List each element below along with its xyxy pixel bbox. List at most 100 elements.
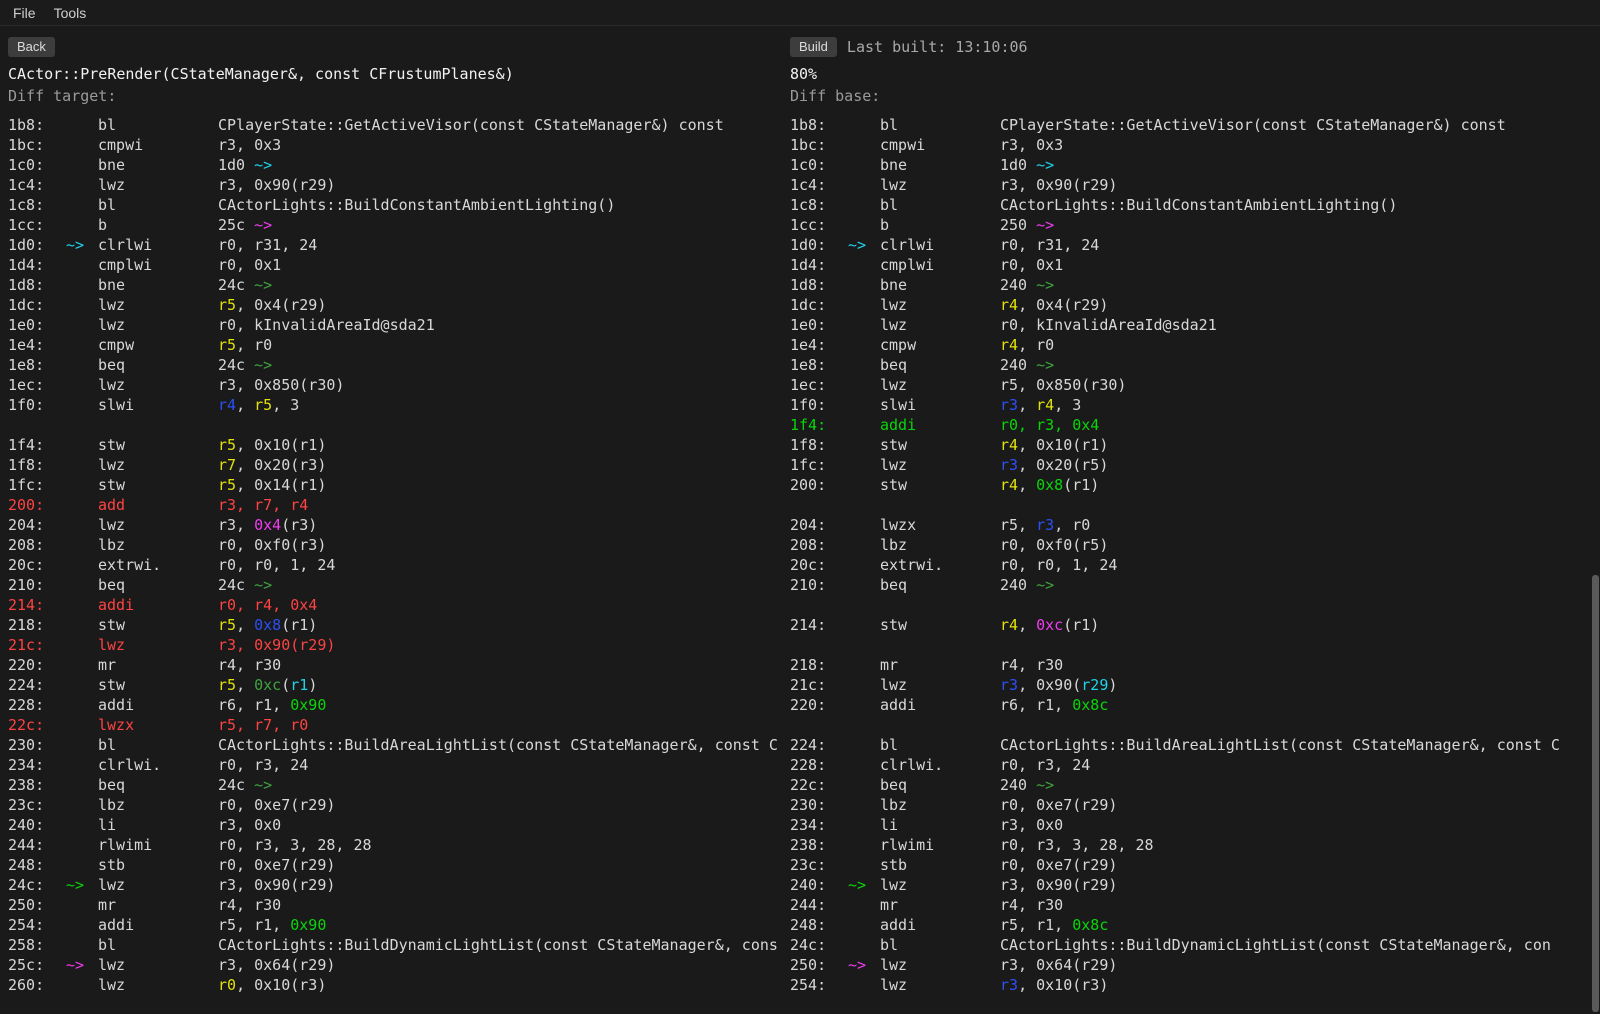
asm-row[interactable]: 204:lwzr3, 0x4(r3) — [8, 515, 782, 535]
asm-row[interactable]: 248:addir5, r1, 0x8c — [790, 915, 1600, 935]
row-address: 1e0: — [790, 315, 844, 335]
asm-row[interactable]: 20c:extrwi.r0, r0, 1, 24 — [8, 555, 782, 575]
asm-row[interactable]: 22c:lwzxr5, r7, r0 — [8, 715, 782, 735]
asm-row[interactable]: 220:addir6, r1, 0x8c — [790, 695, 1600, 715]
operand-token: r5 — [254, 396, 272, 414]
asm-row[interactable]: 230:blCActorLights::BuildAreaLightList(c… — [8, 735, 782, 755]
menu-bar: File Tools — [0, 0, 1600, 26]
asm-row[interactable]: 1dc:lwzr4, 0x4(r29) — [790, 295, 1600, 315]
vertical-scrollbar-thumb[interactable] — [1592, 575, 1599, 1012]
asm-row[interactable]: 1f0:slwir3, r4, 3 — [790, 395, 1600, 415]
asm-row[interactable]: 1d4:cmplwir0, 0x1 — [790, 255, 1600, 275]
build-button[interactable]: Build — [790, 37, 837, 57]
asm-row[interactable]: 204:lwzxr5, r3, r0 — [790, 515, 1600, 535]
asm-row[interactable]: 1e4:cmpwr4, r0 — [790, 335, 1600, 355]
asm-row[interactable]: 1d8:bne240 ~> — [790, 275, 1600, 295]
asm-row[interactable]: 1d0:~>clrlwir0, r31, 24 — [790, 235, 1600, 255]
asm-row[interactable]: 1d0:~>clrlwir0, r31, 24 — [8, 235, 782, 255]
menu-file[interactable]: File — [4, 3, 45, 23]
asm-row[interactable]: 1c4:lwzr3, 0x90(r29) — [790, 175, 1600, 195]
asm-row[interactable]: 260:lwzr0, 0x10(r3) — [8, 975, 782, 995]
asm-row[interactable]: 258:blCActorLights::BuildDynamicLightLis… — [8, 935, 782, 955]
asm-row[interactable]: 238:beq24c ~> — [8, 775, 782, 795]
asm-row[interactable]: 1cc:b25c ~> — [8, 215, 782, 235]
asm-row[interactable]: 1dc:lwzr5, 0x4(r29) — [8, 295, 782, 315]
asm-row[interactable]: 200:stwr4, 0x8(r1) — [790, 475, 1600, 495]
asm-row[interactable]: 248:stbr0, 0xe7(r29) — [8, 855, 782, 875]
asm-row[interactable]: 218:stwr5, 0x8(r1) — [8, 615, 782, 635]
asm-row[interactable]: 208:lbzr0, 0xf0(r5) — [790, 535, 1600, 555]
operand-token: r3 — [1000, 456, 1018, 474]
asm-row[interactable]: 1c0:bne1d0 ~> — [8, 155, 782, 175]
asm-row[interactable]: 238:rlwimir0, r3, 3, 28, 28 — [790, 835, 1600, 855]
asm-row[interactable]: 1e0:lwzr0, kInvalidAreaId@sda21 — [8, 315, 782, 335]
asm-row[interactable]: 210:beq24c ~> — [8, 575, 782, 595]
asm-row[interactable]: 254:lwzr3, 0x10(r3) — [790, 975, 1600, 995]
asm-row[interactable]: 1b8:blCPlayerState::GetActiveVisor(const… — [8, 115, 782, 135]
asm-row[interactable]: 1d4:cmplwir0, 0x1 — [8, 255, 782, 275]
asm-row[interactable]: 1c8:blCActorLights::BuildConstantAmbient… — [8, 195, 782, 215]
asm-row[interactable]: 1f4:stwr5, 0x10(r1) — [8, 435, 782, 455]
asm-row[interactable]: 1e4:cmpwr5, r0 — [8, 335, 782, 355]
asm-row[interactable]: 20c:extrwi.r0, r0, 1, 24 — [790, 555, 1600, 575]
asm-row[interactable]: 250:~>lwzr3, 0x64(r29) — [790, 955, 1600, 975]
asm-row[interactable]: 25c:~>lwzr3, 0x64(r29) — [8, 955, 782, 975]
operand-token: r4 — [1000, 436, 1018, 454]
asm-row[interactable]: 214:stwr4, 0xc(r1) — [790, 615, 1600, 635]
asm-row[interactable]: 244:rlwimir0, r3, 3, 28, 28 — [8, 835, 782, 855]
asm-row[interactable]: 234:clrlwi.r0, r3, 24 — [8, 755, 782, 775]
operand-token: r0, r0, 1, 24 — [1000, 556, 1117, 574]
asm-row[interactable]: 234:lir3, 0x0 — [790, 815, 1600, 835]
operand-token: (r1) — [1063, 616, 1099, 634]
asm-row[interactable]: 1c0:bne1d0 ~> — [790, 155, 1600, 175]
asm-row[interactable]: 240:lir3, 0x0 — [8, 815, 782, 835]
asm-row[interactable]: 21c:lwzr3, 0x90(r29) — [8, 635, 782, 655]
asm-row[interactable]: 1ec:lwzr3, 0x850(r30) — [8, 375, 782, 395]
asm-row[interactable]: 1f8:lwzr7, 0x20(r3) — [8, 455, 782, 475]
asm-row[interactable]: 1b8:blCPlayerState::GetActiveVisor(const… — [790, 115, 1600, 135]
branch-arrow — [62, 395, 98, 415]
asm-row[interactable]: 210:beq240 ~> — [790, 575, 1600, 595]
asm-row[interactable]: 1c4:lwzr3, 0x90(r29) — [8, 175, 782, 195]
asm-row[interactable]: 21c:lwzr3, 0x90(r29) — [790, 675, 1600, 695]
asm-row[interactable]: 208:lbzr0, 0xf0(r3) — [8, 535, 782, 555]
asm-row[interactable]: 230:lbzr0, 0xe7(r29) — [790, 795, 1600, 815]
menu-tools[interactable]: Tools — [45, 3, 96, 23]
asm-row[interactable]: 218:mrr4, r30 — [790, 655, 1600, 675]
asm-row[interactable]: 200:addr3, r7, r4 — [8, 495, 782, 515]
asm-row[interactable]: 244:mrr4, r30 — [790, 895, 1600, 915]
asm-row[interactable]: 254:addir5, r1, 0x90 — [8, 915, 782, 935]
row-address: 1e0: — [8, 315, 62, 335]
operand-token: 0x8 — [254, 616, 281, 634]
back-button[interactable]: Back — [8, 37, 55, 57]
asm-row[interactable]: 1e0:lwzr0, kInvalidAreaId@sda21 — [790, 315, 1600, 335]
asm-row[interactable]: 1bc:cmpwir3, 0x3 — [8, 135, 782, 155]
asm-row[interactable]: 1e8:beq24c ~> — [8, 355, 782, 375]
asm-row[interactable]: 1f0:slwir4, r5, 3 — [8, 395, 782, 415]
asm-row[interactable]: 224:stwr5, 0xc(r1) — [8, 675, 782, 695]
asm-row[interactable]: 1cc:b250 ~> — [790, 215, 1600, 235]
asm-row[interactable]: 1c8:blCActorLights::BuildConstantAmbient… — [790, 195, 1600, 215]
asm-row[interactable]: 1e8:beq240 ~> — [790, 355, 1600, 375]
asm-row[interactable]: 22c:beq240 ~> — [790, 775, 1600, 795]
asm-row[interactable]: 1fc:lwzr3, 0x20(r5) — [790, 455, 1600, 475]
asm-row[interactable]: 1ec:lwzr5, 0x850(r30) — [790, 375, 1600, 395]
asm-row[interactable]: 240:~>lwzr3, 0x90(r29) — [790, 875, 1600, 895]
asm-row[interactable]: 24c:blCActorLights::BuildDynamicLightLis… — [790, 935, 1600, 955]
asm-row[interactable]: 23c:lbzr0, 0xe7(r29) — [8, 795, 782, 815]
asm-row[interactable]: 220:mrr4, r30 — [8, 655, 782, 675]
asm-row[interactable]: 23c:stbr0, 0xe7(r29) — [790, 855, 1600, 875]
asm-row[interactable]: 1d8:bne24c ~> — [8, 275, 782, 295]
operand-token: r3, 0x850(r30) — [218, 376, 344, 394]
asm-row[interactable]: 224:blCActorLights::BuildAreaLightList(c… — [790, 735, 1600, 755]
asm-row[interactable]: 250:mrr4, r30 — [8, 895, 782, 915]
asm-row[interactable]: 1fc:stwr5, 0x14(r1) — [8, 475, 782, 495]
asm-row[interactable]: 24c:~>lwzr3, 0x90(r29) — [8, 875, 782, 895]
asm-row[interactable]: 228:clrlwi.r0, r3, 24 — [790, 755, 1600, 775]
asm-row[interactable]: 1f4:addir0, r3, 0x4 — [790, 415, 1600, 435]
asm-row[interactable]: 214:addir0, r4, 0x4 — [8, 595, 782, 615]
asm-row[interactable]: 1f8:stwr4, 0x10(r1) — [790, 435, 1600, 455]
operands: r0, r3, 3, 28, 28 — [218, 835, 372, 855]
asm-row[interactable]: 1bc:cmpwir3, 0x3 — [790, 135, 1600, 155]
asm-row[interactable]: 228:addir6, r1, 0x90 — [8, 695, 782, 715]
